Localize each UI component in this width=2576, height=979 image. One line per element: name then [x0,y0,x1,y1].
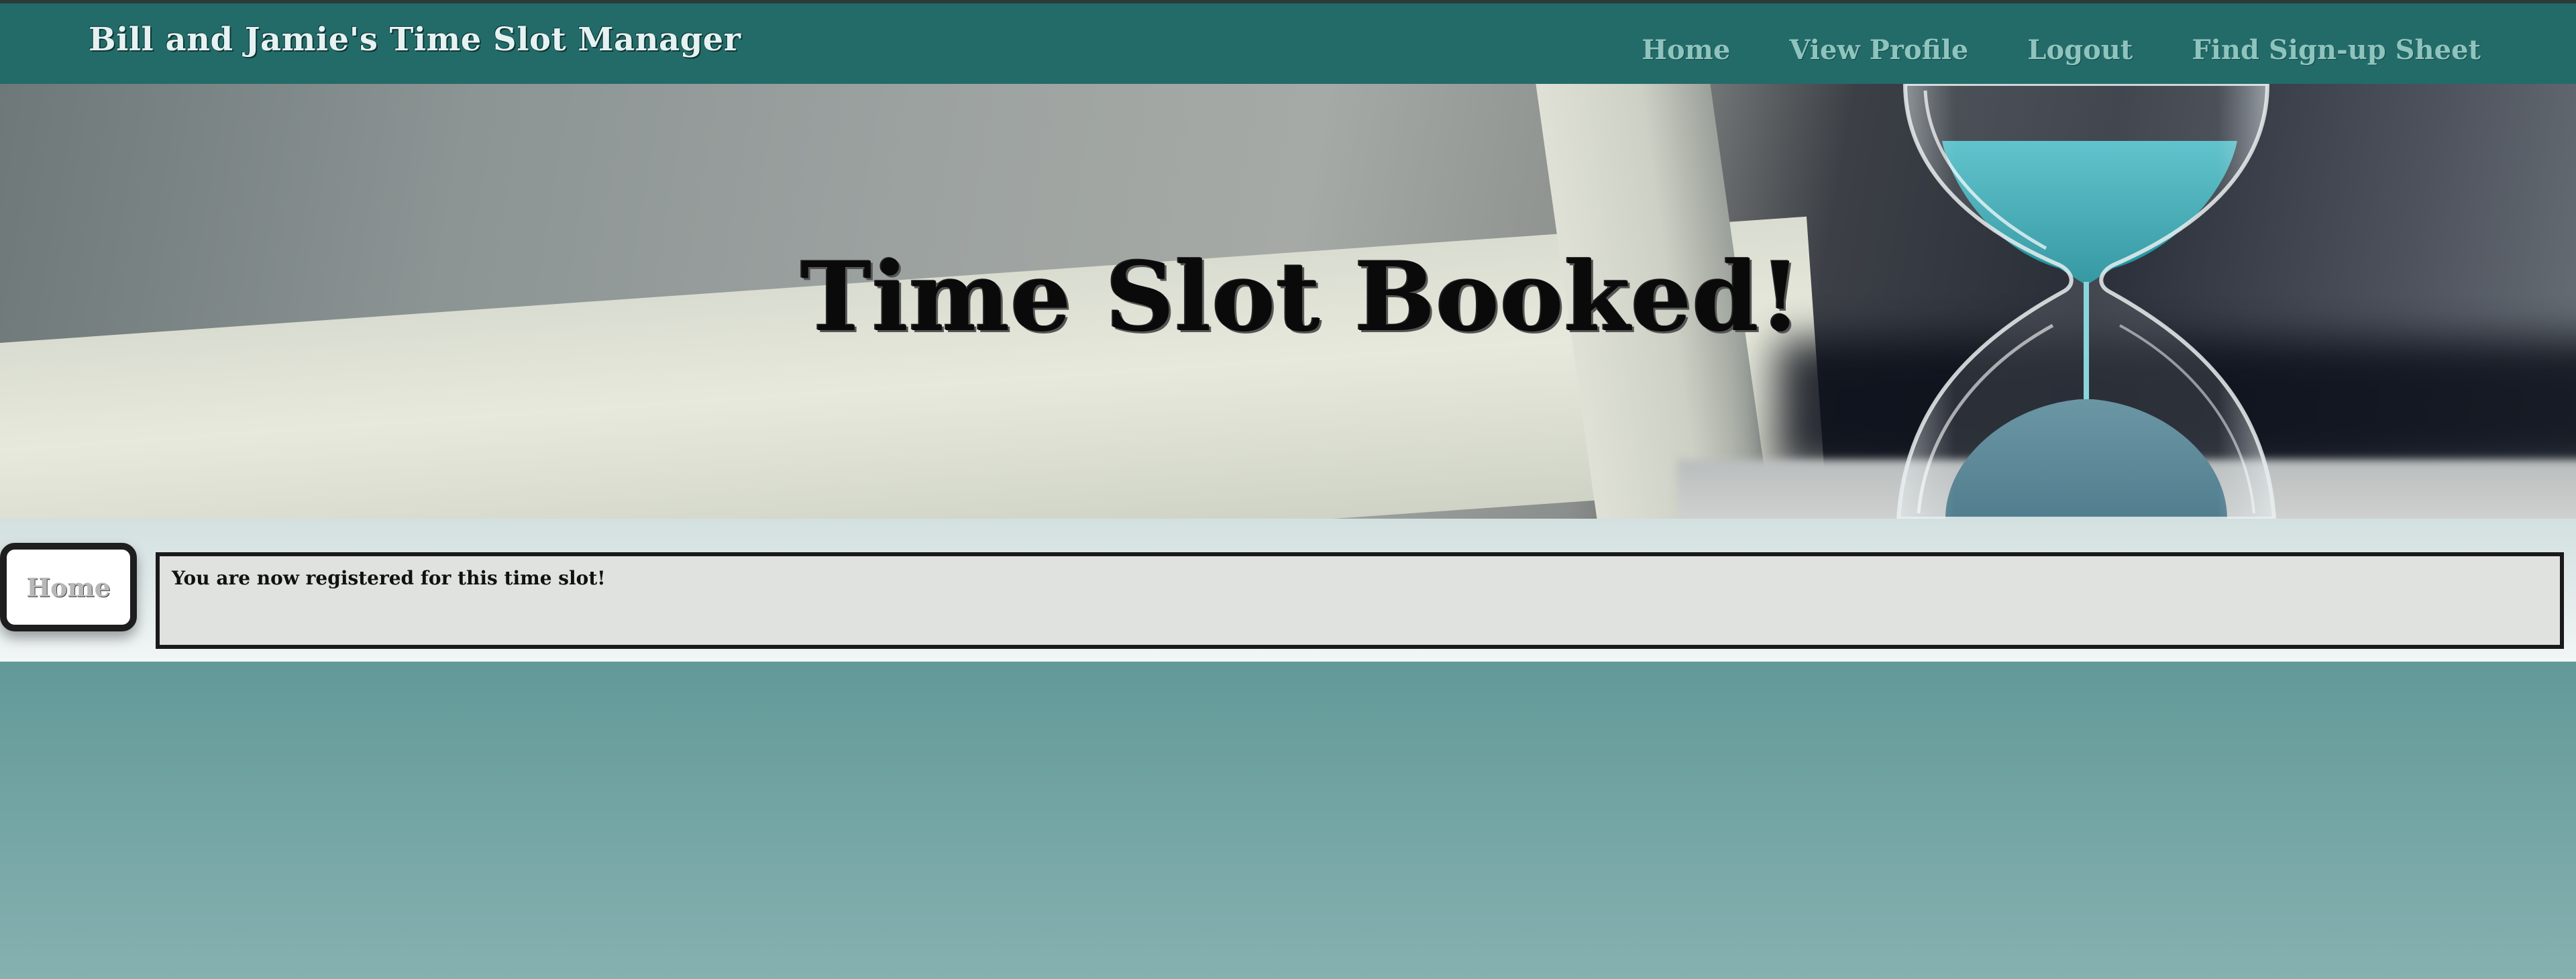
nav-links: Home View Profile Logout Find Sign-up Sh… [1642,34,2481,66]
hero-banner: Time Slot Booked! [0,84,2576,519]
sidebar-home-button[interactable]: Home [0,543,137,631]
top-navbar: Bill and Jamie's Time Slot Manager Home … [0,0,2576,84]
site-brand[interactable]: Bill and Jamie's Time Slot Manager [89,21,741,58]
confirmation-message-box: You are now registered for this time slo… [156,552,2564,649]
page-title: Time Slot Booked! [800,242,1803,353]
nav-find-signup-sheet-link[interactable]: Find Sign-up Sheet [2192,34,2481,66]
content-area: Home You are now registered for this tim… [0,519,2576,662]
nav-home-link[interactable]: Home [1642,34,1730,66]
confirmation-message: You are now registered for this time slo… [172,567,606,589]
nav-logout-link[interactable]: Logout [2027,34,2133,66]
nav-view-profile-link[interactable]: View Profile [1789,34,1968,66]
